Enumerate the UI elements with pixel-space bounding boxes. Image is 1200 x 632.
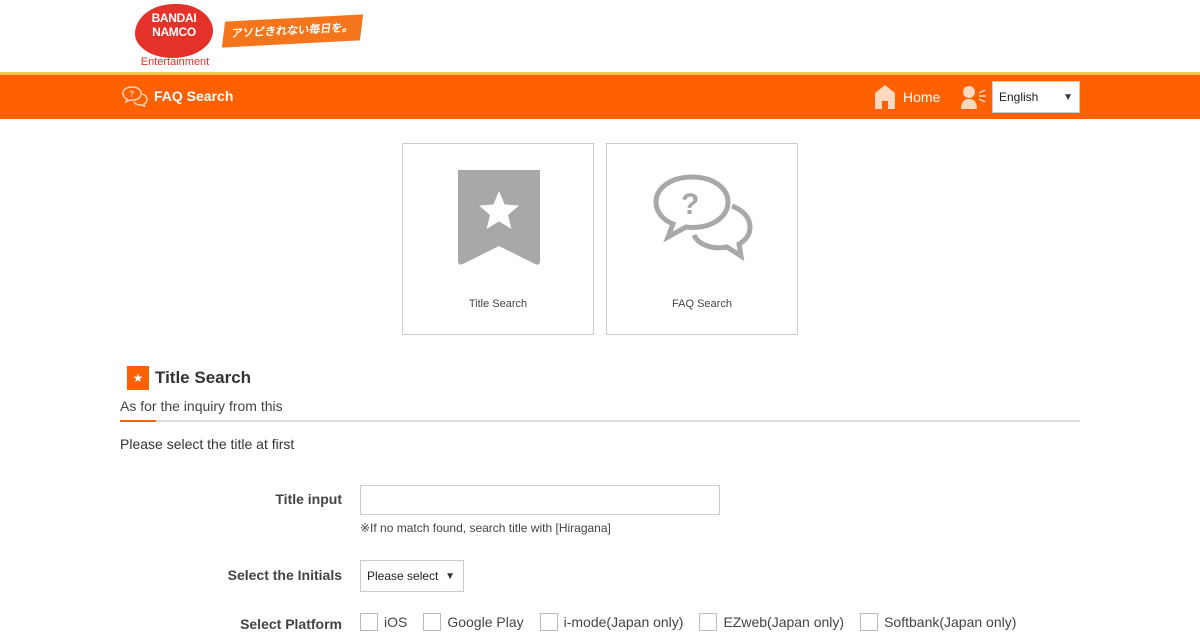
checkbox[interactable] [539, 613, 558, 631]
platform-option-ios[interactable]: iOS [360, 613, 407, 631]
section-subtitle: As for the inquiry from this [120, 398, 283, 414]
card-title-search-label: Title Search [468, 298, 528, 310]
language-select[interactable]: English ▼ [992, 81, 1080, 113]
nav-home-label: Home [903, 89, 941, 105]
site-header: BANDAI NAMCO Entertainment アソビきれない毎日を。 [0, 0, 1200, 72]
platform-option-label: iOS [384, 614, 408, 630]
platform-option-google-play[interactable]: Google Play [423, 613, 524, 631]
main-navbar: ? FAQ Search Home English ▼ [0, 72, 1200, 119]
nav-faq-search[interactable]: ? FAQ Search [122, 85, 233, 107]
nav-home-link[interactable]: Home [874, 84, 940, 110]
platform-option-softbank[interactable]: Softbank(Japan only) [860, 613, 1016, 631]
platform-options: iOS Google Play i-mode(Japan only) EZweb… [360, 613, 1032, 631]
speech-bubbles-question-icon: ? [122, 86, 148, 107]
svg-text:?: ? [681, 188, 699, 221]
dropdown-arrow-icon: ▼ [1063, 91, 1073, 103]
logo-subtitle: Entertainment [140, 56, 210, 68]
section-intro: Please select the title at first [120, 436, 295, 452]
checkbox[interactable] [423, 613, 442, 631]
initials-label: Select the Initials [227, 567, 342, 583]
card-faq-search-label: FAQ Search [672, 298, 732, 310]
card-faq-search[interactable]: ? FAQ Search [606, 143, 798, 335]
svg-text:?: ? [129, 90, 134, 99]
title-search-section-header: ★ Title Search As for the inquiry from t… [120, 366, 1080, 422]
brand-tagline: アソビきれない毎日を。 [221, 14, 364, 48]
dropdown-arrow-icon: ▼ [445, 570, 455, 582]
section-divider [120, 420, 1080, 422]
platform-option-ezweb[interactable]: EZweb(Japan only) [699, 613, 844, 631]
language-select-value: English [999, 90, 1039, 104]
nav-faq-label: FAQ Search [154, 88, 234, 104]
checkbox[interactable] [860, 613, 879, 631]
platform-option-imode[interactable]: i-mode(Japan only) [539, 613, 684, 631]
platform-option-label: i-mode(Japan only) [563, 614, 684, 630]
platform-option-label: Softbank(Japan only) [884, 614, 1017, 630]
initials-select-value: Please select [367, 569, 439, 583]
home-icon [875, 85, 895, 109]
language-speaker-icon [961, 86, 986, 109]
bookmark-star-icon [458, 170, 540, 265]
bookmark-star-icon: ★ [127, 366, 149, 390]
logo-text: BANDAI NAMCO [151, 11, 197, 39]
checkbox[interactable] [699, 613, 718, 631]
platform-option-label: EZweb(Japan only) [723, 614, 845, 630]
title-input[interactable] [360, 485, 720, 515]
title-input-hint: ※If no match found, search title with [H… [360, 521, 611, 535]
checkbox[interactable] [360, 613, 378, 631]
title-input-label: Title input [275, 491, 342, 507]
bandai-namco-logo[interactable]: BANDAI NAMCO Entertainment [133, 4, 217, 70]
section-title-text: Title Search [155, 368, 252, 387]
speech-bubbles-question-icon: ? [653, 174, 753, 262]
initials-select[interactable]: Please select ▼ [360, 560, 464, 592]
platform-option-label: Google Play [447, 614, 524, 630]
section-title: ★ Title Search [120, 366, 1080, 390]
search-mode-cards: Title Search ? FAQ Search [402, 143, 798, 335]
card-title-search[interactable]: Title Search [402, 143, 594, 335]
